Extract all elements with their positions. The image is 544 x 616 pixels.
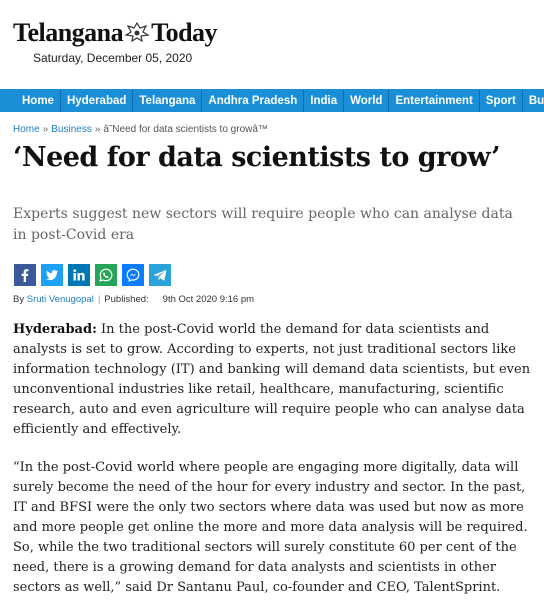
breadcrumb-current: â˜Need for data scientists to growâ™ <box>103 124 268 135</box>
whatsapp-share-button[interactable] <box>95 264 117 286</box>
nav-business[interactable]: Business <box>521 90 544 112</box>
article-subtitle: Experts suggest new sectors will require… <box>13 206 513 243</box>
facebook-icon <box>21 269 29 282</box>
breadcrumb-separator: » <box>94 124 101 135</box>
emblem-icon <box>124 20 150 43</box>
site-header: Telangana Today Saturday, December 05, 20… <box>0 0 544 88</box>
published-date: 9th Oct 2020 <box>162 294 218 305</box>
article-paragraph: Hyderabad: In the post-Covid world the d… <box>13 320 535 440</box>
nav-home[interactable]: Home <box>16 90 60 112</box>
article-paragraph: “In the post-Covid world where people ar… <box>13 460 528 595</box>
logo-text-left: Telangana <box>13 18 124 47</box>
nav-sport[interactable]: Sport <box>478 90 522 112</box>
twitter-share-button[interactable] <box>41 264 63 286</box>
messenger-share-button[interactable] <box>122 264 144 286</box>
byline-divider: | <box>97 294 101 305</box>
paragraph-text: In the post-Covid world the demand for d… <box>13 322 531 437</box>
main-nav: Home Hyderabad Telangana Andhra Pradesh Indi… <box>0 89 544 112</box>
author-link[interactable]: Sruti Venugopal <box>27 294 94 305</box>
linkedin-icon <box>73 269 85 281</box>
nav-andhra-pradesh[interactable]: Andhra Pradesh <box>201 90 303 112</box>
byline: By Sruti Venugopal | Published: 9th Oct 202… <box>13 294 254 305</box>
nav-entertainment[interactable]: Entertainment <box>388 90 478 112</box>
breadcrumb: Home» Business» â˜Need for data scientists… <box>13 124 268 135</box>
site-logo[interactable]: Telangana Today <box>13 18 218 48</box>
published-time: 9:16 pm <box>219 294 255 305</box>
byline-prefix: By <box>13 294 25 305</box>
nav-india[interactable]: India <box>303 90 343 112</box>
nav-telangana[interactable]: Telangana <box>132 90 201 112</box>
facebook-share-button[interactable] <box>14 264 36 286</box>
linkedin-share-button[interactable] <box>68 264 90 286</box>
nav-world[interactable]: World <box>343 90 388 112</box>
breadcrumb-separator: » <box>42 124 49 135</box>
article-title: ‘Need for data scientists to grow’ <box>13 142 501 173</box>
telegram-share-button[interactable] <box>149 264 171 286</box>
dateline: Hyderabad: <box>13 322 97 337</box>
whatsapp-icon <box>99 268 113 282</box>
header-date: Saturday, December 05, 2020 <box>33 51 193 65</box>
messenger-icon <box>126 268 140 282</box>
breadcrumb-business[interactable]: Business <box>51 124 92 135</box>
share-bar <box>14 264 171 286</box>
telegram-icon <box>153 270 167 281</box>
article-body: Hyderabad: In the post-Covid world the d… <box>13 320 535 616</box>
breadcrumb-home[interactable]: Home <box>13 124 40 135</box>
logo-text-right: Today <box>151 18 218 47</box>
twitter-icon <box>46 270 58 281</box>
nav-hyderabad[interactable]: Hyderabad <box>59 90 132 112</box>
published-label: Published: <box>104 294 149 305</box>
